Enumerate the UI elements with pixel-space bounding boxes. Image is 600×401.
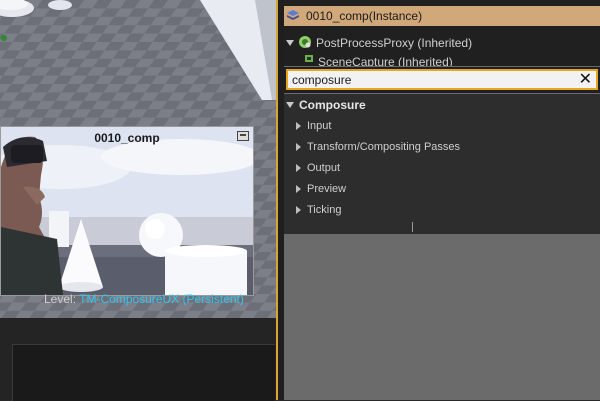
component-label: PostProcessProxy (Inherited)	[316, 36, 473, 50]
preview-title: 0010_comp	[94, 131, 160, 145]
details-search: ✕	[284, 67, 600, 93]
collapsed-arrow-icon[interactable]	[296, 185, 301, 193]
panel-splitter[interactable]	[276, 0, 284, 400]
component-label: SceneCapture (Inherited)	[318, 55, 453, 66]
bottom-panel-content	[12, 344, 275, 401]
section-output[interactable]: Output	[284, 158, 600, 178]
search-box[interactable]: ✕	[286, 69, 598, 90]
collapsed-arrow-icon[interactable]	[296, 206, 301, 214]
preview-image	[1, 127, 253, 295]
level-label: Level:	[44, 292, 77, 306]
scene-capture-icon	[304, 52, 314, 66]
clear-search-icon[interactable]: ✕	[579, 70, 592, 88]
postprocess-icon	[298, 35, 312, 52]
composure-preview-window[interactable]: 0010_comp	[0, 126, 254, 296]
section-ticking[interactable]: Ticking	[284, 200, 600, 220]
level-indicator: Level: TM-ComposureUX (Persistent)	[44, 292, 244, 306]
property-list: Composure Input Transform/Compositing Pa…	[284, 94, 600, 234]
component-row-scenecapture[interactable]: SceneCapture (Inherited)	[284, 52, 600, 66]
maximize-icon[interactable]	[237, 131, 249, 141]
expand-arrow-icon[interactable]	[286, 102, 294, 108]
expand-arrow-icon[interactable]	[286, 40, 294, 46]
details-panel: 0010_comp(Instance) PostProcessProxy (In…	[284, 0, 600, 400]
section-transform-compositing-passes[interactable]: Transform/Compositing Passes	[284, 137, 600, 157]
mouse-cursor	[412, 222, 413, 232]
section-label: Input	[307, 120, 332, 132]
section-preview[interactable]: Preview	[284, 179, 600, 199]
level-viewport[interactable]: 0010_comp Level: TM-ComposureUX (Persist…	[0, 0, 277, 318]
section-label: Preview	[307, 183, 347, 195]
section-label: Output	[307, 162, 341, 174]
category-composure[interactable]: Composure	[284, 96, 600, 114]
section-label: Ticking	[307, 204, 342, 216]
component-tree: 0010_comp(Instance) PostProcessProxy (In…	[284, 0, 600, 66]
component-row-instance[interactable]: 0010_comp(Instance)	[284, 6, 600, 26]
level-name: TM-ComposureUX (Persistent)	[79, 292, 244, 306]
collapsed-arrow-icon[interactable]	[296, 122, 301, 130]
collapsed-arrow-icon[interactable]	[296, 164, 301, 172]
section-input[interactable]: Input	[284, 116, 600, 136]
bottom-panel	[0, 318, 276, 401]
category-label: Composure	[299, 98, 366, 112]
section-label: Transform/Compositing Passes	[307, 141, 461, 153]
collapsed-arrow-icon[interactable]	[296, 143, 301, 151]
component-row-postprocess[interactable]: PostProcessProxy (Inherited)	[284, 33, 600, 53]
search-input[interactable]	[292, 72, 572, 88]
component-label: 0010_comp(Instance)	[306, 9, 423, 23]
actor-instance-icon	[286, 9, 300, 24]
